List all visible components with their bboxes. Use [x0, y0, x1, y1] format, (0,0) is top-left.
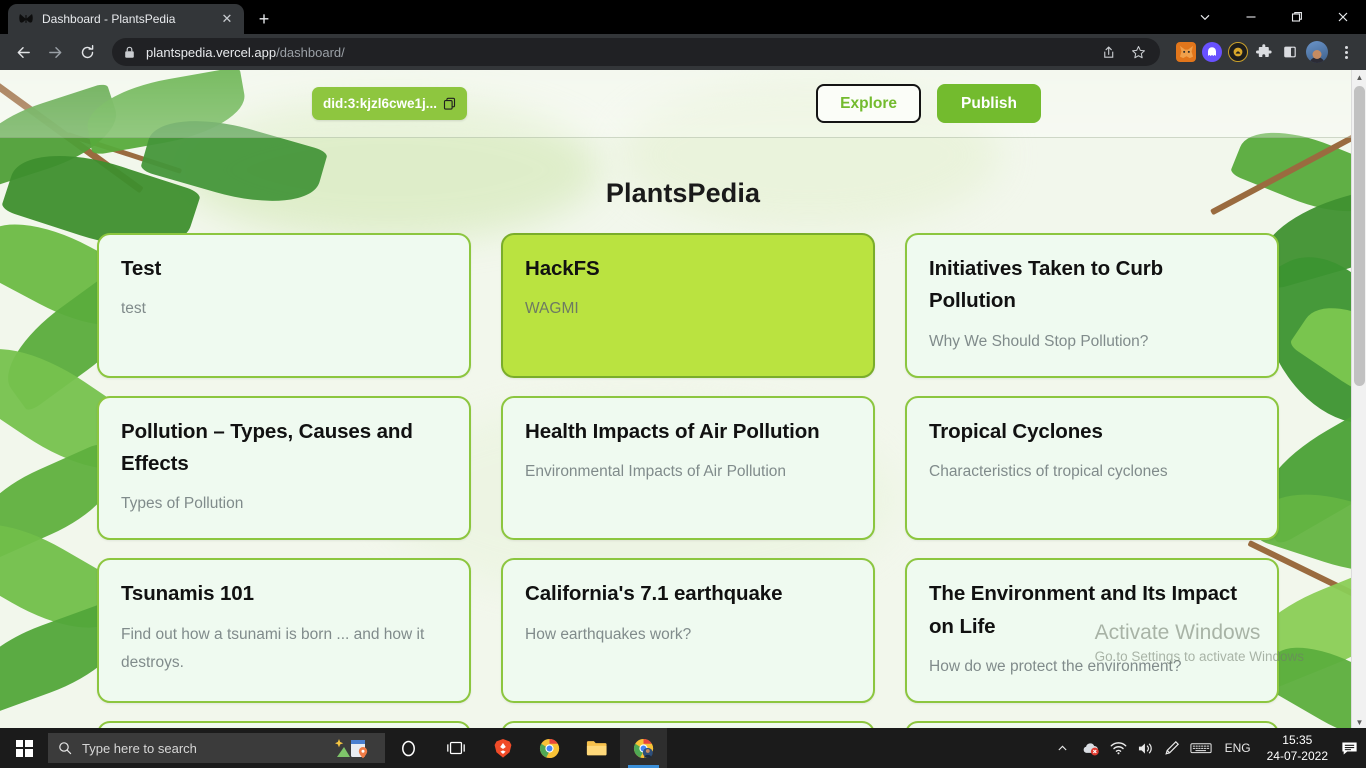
browser-toolbar: plantspedia.vercel.app/dashboard/ [0, 34, 1366, 70]
article-card-desc: Environmental Impacts of Air Pollution [525, 458, 851, 486]
close-button[interactable] [1320, 0, 1366, 34]
article-card-title: The Environment and Its Impact on Life [929, 578, 1255, 643]
publish-button[interactable]: Publish [937, 84, 1041, 124]
article-card-desc: How earthquakes work? [525, 621, 851, 649]
article-card-title: Health Impacts of Air Pollution [525, 416, 851, 448]
extensions-strip [1170, 40, 1358, 64]
article-card-desc: Why We Should Stop Pollution? [929, 328, 1255, 356]
article-card[interactable]: California's 7.1 earthquake How earthqua… [501, 558, 875, 703]
cortana-icon[interactable] [385, 728, 432, 768]
onedrive-error-icon[interactable] [1076, 728, 1105, 768]
butterfly-icon [18, 11, 34, 27]
taskbar-pinned-icons [385, 728, 667, 768]
address-bar[interactable]: plantspedia.vercel.app/dashboard/ [112, 38, 1160, 66]
taskbar-search-input[interactable]: Type here to search [48, 733, 385, 763]
tab-title: Dashboard - PlantsPedia [42, 12, 210, 26]
file-explorer-icon[interactable] [573, 728, 620, 768]
task-view-icon[interactable] [432, 728, 479, 768]
chrome-active-window-icon[interactable] [620, 728, 667, 768]
article-card-title: California's 7.1 earthquake [525, 578, 851, 610]
scrollbar-up-arrow[interactable]: ▲ [1352, 70, 1366, 85]
page-scroll-area: did:3:kjzl6cwe1j... Explore Publish Plan… [0, 70, 1366, 730]
restore-button[interactable] [1274, 0, 1320, 34]
article-card-desc: test [121, 295, 447, 323]
side-panel-icon[interactable] [1280, 42, 1300, 62]
article-card-title: Initiatives Taken to Curb Pollution [929, 253, 1255, 318]
article-card-title: Test [121, 253, 447, 285]
share-icon[interactable] [1098, 42, 1118, 62]
url-path: /dashboard/ [276, 45, 345, 60]
tab-strip: Dashboard - PlantsPedia ✕ + [0, 0, 278, 34]
url-domain: plantspedia.vercel.app [146, 45, 276, 60]
system-tray: ENG 15:35 24-07-2022 [1050, 728, 1366, 768]
article-card[interactable]: Tsunamis 101 Find out how a tsunami is b… [97, 558, 471, 703]
article-card-title: Tropical Cyclones [929, 416, 1255, 448]
article-card-title: Tsunamis 101 [121, 578, 447, 610]
chrome-menu-icon[interactable] [1334, 40, 1358, 64]
language-indicator[interactable]: ENG [1217, 741, 1259, 755]
article-card[interactable]: The Environment and Its Impact on Life H… [905, 558, 1279, 703]
star-icon[interactable] [1128, 42, 1148, 62]
browser-tab[interactable]: Dashboard - PlantsPedia ✕ [8, 4, 244, 34]
article-card[interactable]: Test test [97, 233, 471, 378]
article-card-desc: Types of Pollution [121, 490, 447, 518]
speaker-icon[interactable] [1132, 728, 1159, 768]
keyboard-icon[interactable] [1185, 728, 1217, 768]
explore-button[interactable]: Explore [816, 84, 921, 124]
profile-avatar[interactable] [1306, 41, 1328, 63]
address-bar-url: plantspedia.vercel.app/dashboard/ [146, 45, 345, 60]
omnibox-actions [1098, 42, 1148, 62]
lock-icon [124, 46, 136, 59]
did-chip[interactable]: did:3:kjzl6cwe1j... [312, 87, 467, 120]
new-tab-button[interactable]: + [250, 5, 278, 33]
page-title: PlantsPedia [0, 138, 1366, 221]
article-card-desc: Characteristics of tropical cyclones [929, 458, 1255, 486]
taskbar-search-placeholder: Type here to search [82, 741, 197, 756]
article-card[interactable]: Initiatives Taken to Curb Pollution Why … [905, 233, 1279, 378]
browser-window: Dashboard - PlantsPedia ✕ + [0, 0, 1366, 768]
taskbar-clock[interactable]: 15:35 24-07-2022 [1259, 728, 1336, 768]
page-viewport: did:3:kjzl6cwe1j... Explore Publish Plan… [0, 70, 1366, 730]
chrome-browser-icon[interactable] [526, 728, 573, 768]
article-card[interactable]: Health Impacts of Air Pollution Environm… [501, 396, 875, 541]
window-controls [1182, 0, 1366, 34]
back-arrow-icon[interactable] [8, 37, 38, 67]
tab-search-chevron-icon[interactable] [1182, 0, 1228, 34]
article-card-title: Pollution – Types, Causes and Effects [121, 416, 447, 481]
search-icon [58, 741, 72, 755]
article-card-grid: Test test HackFS WAGMI Initiatives Taken… [0, 221, 1366, 730]
article-card-desc: WAGMI [525, 295, 851, 323]
article-card[interactable]: Pollution – Types, Causes and Effects Ty… [97, 396, 471, 541]
chevron-up-icon[interactable] [1050, 728, 1076, 768]
extensions-puzzle-icon[interactable] [1254, 42, 1274, 62]
search-highlight-icon [335, 735, 375, 761]
windows-taskbar: Type here to search [0, 728, 1366, 768]
article-card[interactable]: HackFS WAGMI [501, 233, 875, 378]
copy-icon[interactable] [443, 97, 456, 110]
notification-icon[interactable] [1336, 728, 1362, 768]
reload-icon[interactable] [72, 37, 102, 67]
article-card-desc: Find out how a tsunami is born ... and h… [121, 621, 447, 677]
minimize-button[interactable] [1228, 0, 1274, 34]
gold-token-extension-icon[interactable] [1228, 42, 1248, 62]
wifi-icon[interactable] [1105, 728, 1132, 768]
purple-ghost-extension-icon[interactable] [1202, 42, 1222, 62]
browser-titlebar: Dashboard - PlantsPedia ✕ + [0, 0, 1366, 34]
app-topbar: did:3:kjzl6cwe1j... Explore Publish [0, 70, 1366, 138]
brave-browser-icon[interactable] [479, 728, 526, 768]
page-scrollbar[interactable]: ▲ ▼ [1351, 70, 1366, 730]
scrollbar-thumb[interactable] [1354, 86, 1365, 386]
tab-close-icon[interactable]: ✕ [218, 10, 236, 28]
did-chip-label: did:3:kjzl6cwe1j... [323, 96, 437, 111]
article-card-title: HackFS [525, 253, 851, 285]
topbar-actions: Explore Publish [816, 84, 1041, 124]
windows-start-icon[interactable] [0, 728, 48, 768]
clock-date: 24-07-2022 [1267, 748, 1328, 764]
pen-icon[interactable] [1159, 728, 1185, 768]
article-card-desc: How do we protect the environment? [929, 653, 1255, 681]
metamask-extension-icon[interactable] [1176, 42, 1196, 62]
clock-time: 15:35 [1282, 732, 1312, 748]
forward-arrow-icon[interactable] [40, 37, 70, 67]
article-card[interactable]: Tropical Cyclones Characteristics of tro… [905, 396, 1279, 541]
